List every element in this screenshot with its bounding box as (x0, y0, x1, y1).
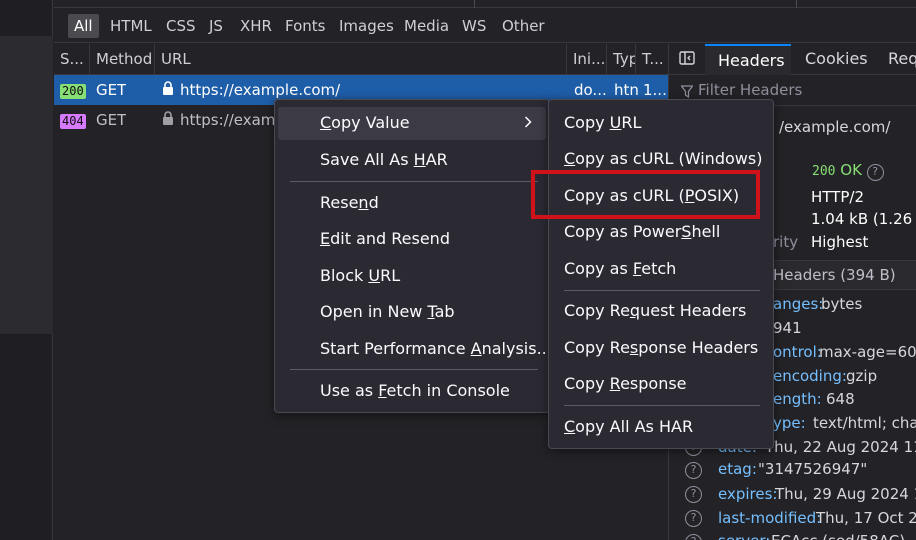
filter-xhr-button[interactable]: XHR (234, 14, 278, 38)
menu-separator (564, 290, 760, 291)
header-value: Thu, 22 Aug 2024 11:14: (765, 438, 916, 456)
header-name: ength: (773, 390, 822, 408)
filter-fonts-button[interactable]: Fonts (279, 14, 331, 38)
header-value: Thu, 17 Oct 201 (816, 509, 916, 527)
filter-other-button[interactable]: Other (496, 14, 551, 38)
request-url-value: /example.com/ (779, 118, 891, 136)
http-version-value: HTTP/2 (811, 188, 864, 206)
url-cell: https://examp (180, 111, 285, 129)
header-value: gzip (846, 367, 878, 385)
tab-request[interactable]: Req (888, 44, 916, 75)
menu-item-use-as-fetch-in-console[interactable]: Use as Fetch in Console (320, 375, 510, 407)
header-name: ontrol: (773, 343, 822, 361)
lock-icon (162, 105, 174, 135)
menu-item-copy-response-headers[interactable]: Copy Response Headers (564, 332, 758, 364)
status-code: 200 (812, 164, 836, 179)
method-cell: GET (96, 81, 127, 99)
priority-label: rity (773, 233, 799, 251)
header-name: ype: (773, 414, 806, 432)
header-name: etag: (718, 460, 757, 478)
menu-separator (290, 181, 538, 182)
request-table-header: S... Method URL Ini... Typ T... (54, 44, 668, 75)
header-value: ECAcc (sed/58AC) (771, 532, 905, 540)
transferred-value: 1.04 kB (1.26 kB (811, 210, 916, 228)
help-icon[interactable]: ? (866, 164, 884, 181)
menu-item-resend[interactable]: Resend (320, 187, 379, 219)
menu-item-open-in-new-tab[interactable]: Open in New Tab (320, 296, 455, 328)
status-badge: 200 (60, 84, 86, 99)
context-menu: Copy Value Save All As HAR Resend Edit a… (274, 99, 552, 413)
column-status[interactable]: S... (54, 44, 90, 75)
header-value: text/html; chars (813, 414, 916, 432)
column-transferred[interactable]: T... (636, 44, 668, 75)
column-method[interactable]: Method (90, 44, 155, 75)
priority-value: Highest (811, 233, 869, 251)
header-name: anges: (773, 295, 824, 313)
help-icon[interactable]: ? (685, 534, 702, 540)
toolbar-separator (796, 0, 797, 8)
filter-headers-input[interactable]: Filter Headers (698, 81, 802, 99)
header-name: expires: (718, 485, 778, 503)
request-type-filter-bar: All HTML CSS JS XHR Fonts Images Media W… (54, 9, 916, 43)
menu-separator (564, 405, 760, 406)
header-name: last-modified: (718, 509, 822, 527)
menu-item-save-all-as-har[interactable]: Save All As HAR (320, 144, 448, 176)
column-initiator[interactable]: Ini... (567, 44, 607, 75)
help-icon[interactable]: ? (685, 510, 702, 527)
menu-item-copy-as-powershell[interactable]: Copy as PowerShell (564, 216, 720, 248)
menu-item-copy-request-headers[interactable]: Copy Request Headers (564, 295, 746, 327)
filter-css-button[interactable]: CSS (160, 14, 202, 38)
chevron-right-icon (524, 107, 532, 139)
filter-images-button[interactable]: Images (333, 14, 400, 38)
column-type[interactable]: Typ (607, 44, 636, 75)
toolbar (54, 0, 916, 8)
left-panel (0, 0, 53, 540)
help-icon[interactable]: ? (685, 462, 702, 479)
menu-item-block-url[interactable]: Block URL (320, 260, 400, 292)
menu-item-copy-value[interactable]: Copy Value (278, 107, 546, 140)
tab-cookies[interactable]: Cookies (805, 44, 868, 75)
header-value: "3147526947" (758, 460, 868, 478)
help-icon[interactable]: ? (685, 486, 702, 503)
filter-ws-button[interactable]: WS (456, 14, 492, 38)
filter-media-button[interactable]: Media (398, 14, 455, 38)
header-value: bytes (821, 295, 863, 313)
menu-item-edit-and-resend[interactable]: Edit and Resend (320, 223, 450, 255)
header-name: encoding: (773, 367, 847, 385)
header-value: max-age=6048 (819, 343, 916, 361)
left-panel-strip (0, 36, 53, 334)
status-cell: 404 (60, 105, 86, 135)
menu-item-label: Copy Value (320, 113, 410, 132)
column-url[interactable]: URL (155, 44, 567, 75)
response-headers-label: Headers (394 B) (773, 266, 896, 284)
menu-item-start-performance-analysis[interactable]: Start Performance Analysis... (320, 333, 552, 365)
filter-all-button[interactable]: All (68, 14, 99, 38)
status-value: 200 OK ? (812, 161, 884, 181)
method-cell: GET (96, 111, 127, 129)
header-value: 941 (773, 319, 802, 337)
header-value: Thu, 29 Aug 2024 11:1 (775, 485, 916, 503)
status-cell: 200 (60, 75, 86, 105)
menu-item-copy-response[interactable]: Copy Response (564, 368, 687, 400)
header-name: server: (718, 532, 770, 540)
details-tab-bar: Headers Cookies Req (669, 44, 916, 75)
menu-item-copy-as-fetch[interactable]: Copy as Fetch (564, 253, 676, 285)
filter-js-button[interactable]: JS (203, 14, 229, 38)
menu-item-copy-url[interactable]: Copy URL (564, 107, 641, 139)
menu-item-copy-all-as-har[interactable]: Copy All As HAR (564, 411, 693, 443)
status-badge: 404 (60, 114, 86, 129)
copy-value-submenu: Copy URL Copy as cURL (Windows) Copy as … (548, 99, 774, 449)
menu-separator (290, 369, 538, 370)
filter-html-button[interactable]: HTML (104, 14, 158, 38)
lock-icon (162, 75, 174, 105)
toolbar-separator (474, 0, 475, 8)
highlight-annotation (531, 170, 760, 219)
toggle-sidebar-icon[interactable] (679, 50, 695, 70)
tab-headers[interactable]: Headers (705, 44, 791, 75)
header-value: 648 (826, 390, 855, 408)
status-text: OK (840, 161, 862, 179)
